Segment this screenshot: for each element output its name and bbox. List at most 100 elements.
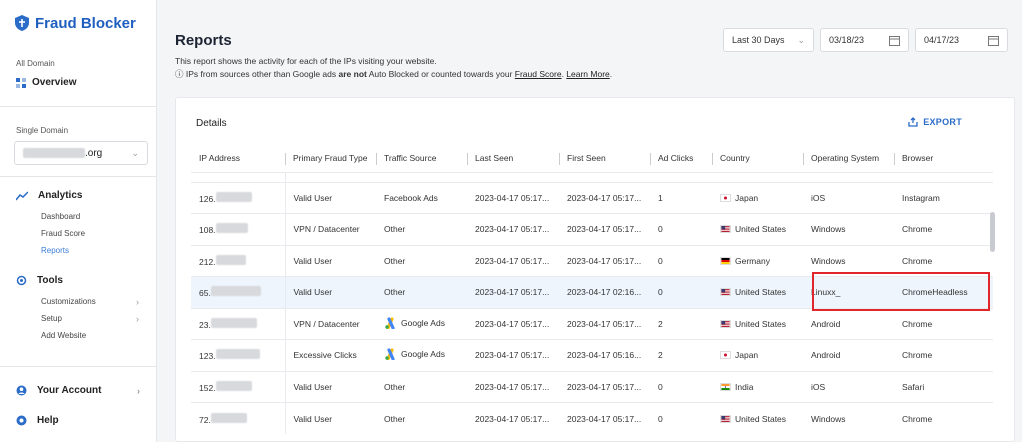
chevron-right-icon: › [137, 385, 140, 396]
col-browser[interactable]: Browser [894, 144, 993, 172]
sidebar-item-fraud-score[interactable]: Fraud Score [41, 229, 139, 238]
fraud-type-cell: Valid User [285, 370, 376, 403]
analytics-chart-icon [16, 190, 28, 200]
first-seen-cell: 2023-04-17 05:16... [559, 339, 650, 371]
traffic-source-cell: Other [384, 381, 406, 392]
table-row[interactable]: 152. Valid User Other 2023-04-17 05:17... 20… [191, 370, 993, 403]
export-button[interactable]: EXPORT [908, 117, 962, 127]
all-domain-label: All Domain [16, 59, 55, 68]
col-country[interactable]: Country [712, 144, 803, 172]
fraud-score-label: Fraud Score [41, 229, 86, 238]
sidebar-item-add-website[interactable]: Add Website [41, 331, 139, 340]
sidebar-item-help[interactable]: Help [16, 415, 59, 426]
date-to-input[interactable]: 04/17/23 [915, 28, 1008, 52]
ad-clicks-cell: 0 [650, 276, 712, 308]
domain-select[interactable]: .org ⌄ [14, 141, 148, 165]
table-scrollbar[interactable] [990, 176, 996, 441]
page-title: Reports [175, 32, 232, 49]
date-range-select[interactable]: Last 30 Days ⌄ [723, 28, 814, 52]
logo[interactable]: Fraud Blocker [13, 14, 136, 32]
chevron-down-icon: ⌄ [131, 147, 139, 158]
os-cell: iOS [803, 370, 894, 403]
dashboard-grid-icon [16, 77, 26, 88]
sidebar-item-overview[interactable]: Overview [16, 77, 76, 88]
overview-label: Overview [32, 77, 77, 88]
col-operating-system[interactable]: Operating System [803, 144, 894, 172]
os-cell: Android [803, 307, 894, 340]
col-ip-address[interactable]: IP Address [191, 144, 285, 172]
table-spacer-row [191, 171, 993, 182]
country-cell: Japan [712, 181, 803, 214]
col-traffic-source[interactable]: Traffic Source [376, 144, 467, 172]
date-from-input[interactable]: 03/18/23 [820, 28, 909, 52]
fraud-type-cell: VPN / Datacenter [285, 307, 376, 340]
sidebar-item-customizations[interactable]: Customizations › [41, 297, 139, 307]
shield-logo-icon [15, 15, 29, 31]
your-account-label: Your Account [37, 385, 102, 396]
sidebar-item-dashboard[interactable]: Dashboard [41, 212, 139, 221]
domain-suffix: .org [85, 147, 103, 159]
note-prefix: IPs from sources other than Google ads [185, 69, 337, 79]
os-cell: iOS [803, 181, 894, 214]
us-flag-icon [720, 319, 731, 328]
sidebar-item-analytics[interactable]: Analytics [16, 190, 82, 201]
first-seen-cell: 2023-04-17 02:16... [559, 276, 650, 308]
traffic-source-cell: Other [384, 413, 406, 424]
browser-cell: Chrome [894, 213, 993, 245]
browser-cell: Chrome [894, 402, 993, 434]
ip-cell: 123. [191, 339, 286, 371]
card-title: Details [196, 118, 227, 129]
table-row[interactable]: 123. Excessive Clicks Google Ads 2023-04-17… [191, 339, 993, 371]
traffic-source-cell: Other [384, 224, 406, 235]
help-icon [16, 415, 27, 426]
col-first-seen[interactable]: First Seen [559, 144, 650, 172]
sidebar-item-your-account[interactable]: Your Account › [16, 385, 140, 396]
fraud-type-cell: Valid User [285, 244, 376, 277]
google-ads-icon [385, 348, 395, 361]
first-seen-cell: 2023-04-17 05:17... [559, 213, 650, 245]
ip-cell: 65. [191, 276, 286, 308]
fraud-type-cell: Valid User [285, 402, 376, 434]
fraud-type-cell: Valid User [285, 181, 376, 214]
last-seen-cell: 2023-04-17 05:17... [467, 244, 559, 277]
sidebar-item-reports[interactable]: Reports [41, 246, 139, 255]
sidebar-item-setup[interactable]: Setup › [41, 314, 139, 324]
country-cell: Japan [712, 339, 803, 371]
browser-cell: Instagram [894, 181, 993, 214]
sidebar-item-tools[interactable]: Tools [16, 275, 63, 286]
reports-label: Reports [41, 246, 70, 255]
table-row[interactable]: 23. VPN / Datacenter Google Ads 2023-04-17 … [191, 307, 993, 340]
blurred-ip [210, 317, 257, 328]
ad-clicks-cell: 1 [650, 181, 712, 214]
fraud-type-cell: Valid User [285, 276, 376, 308]
first-seen-cell: 2023-04-17 05:17... [559, 307, 650, 340]
first-seen-cell: 2023-04-17 05:17... [559, 244, 650, 277]
col-ad-clicks[interactable]: Ad Clicks [650, 144, 712, 172]
us-flag-icon [720, 414, 731, 423]
table-row[interactable]: 126. Valid User Facebook Ads 2023-04-17 05:… [191, 181, 993, 214]
last-seen-cell: 2023-04-17 05:17... [467, 181, 559, 214]
country-cell: United States [712, 213, 803, 245]
col-primary-fraud-type[interactable]: Primary Fraud Type [285, 144, 376, 172]
blurred-ip [210, 412, 247, 423]
us-flag-icon [720, 288, 731, 297]
japan-flag-icon [720, 351, 731, 360]
table-row[interactable]: 72. Valid User Other 2023-04-17 05:17... 202… [191, 402, 993, 434]
fraud-type-cell: Excessive Clicks [285, 339, 376, 371]
export-icon [908, 117, 918, 127]
last-seen-cell: 2023-04-17 05:17... [467, 276, 559, 308]
blurred-ip [215, 254, 246, 265]
traffic-source-cell: Facebook Ads [384, 192, 438, 203]
col-last-seen[interactable]: Last Seen [467, 144, 559, 172]
learn-more-link[interactable]: Learn More [566, 69, 609, 79]
logo-text: Fraud Blocker [35, 14, 136, 32]
first-seen-cell: 2023-04-17 05:17... [559, 402, 650, 434]
range-value: Last 30 Days [732, 35, 785, 45]
fraud-score-link[interactable]: Fraud Score [515, 69, 562, 79]
ad-clicks-cell: 2 [650, 339, 712, 371]
table-row[interactable]: 108. VPN / Datacenter Other 2023-04-17 05:1… [191, 213, 993, 245]
page-description: This report shows the activity for each … [175, 56, 437, 66]
note-bold: are not [338, 69, 367, 79]
first-seen-cell: 2023-04-17 05:17... [559, 370, 650, 403]
scrollbar-thumb[interactable] [990, 212, 995, 252]
